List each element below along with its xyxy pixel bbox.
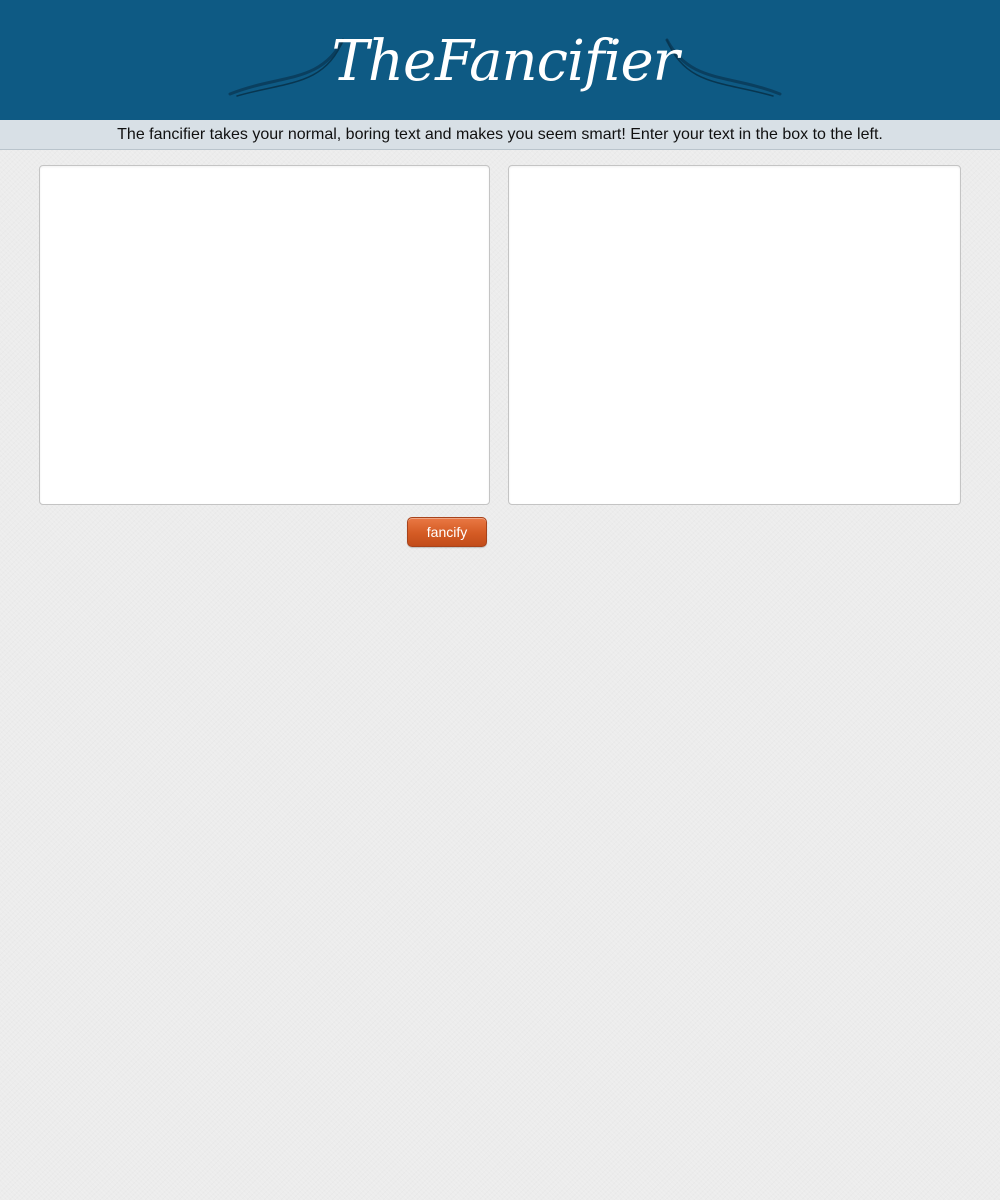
tagline-text: The fancifier takes your normal, boring … <box>117 126 883 143</box>
logo: TheFancifier <box>225 22 785 112</box>
logo-text: TheFancifier <box>331 29 680 94</box>
output-text-area[interactable] <box>508 165 961 505</box>
tagline-bar: The fancifier takes your normal, boring … <box>0 120 1000 150</box>
site-header: TheFancifier <box>0 0 1000 120</box>
input-text-area[interactable] <box>39 165 490 505</box>
fancify-button[interactable]: fancify <box>407 517 487 547</box>
